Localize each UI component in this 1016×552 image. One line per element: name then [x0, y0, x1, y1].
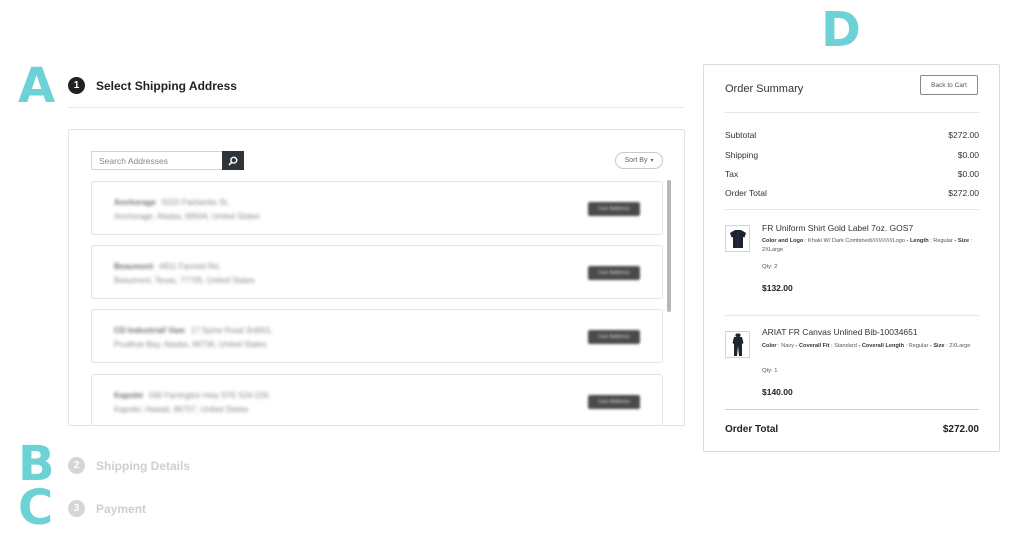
step-label: Select Shipping Address [96, 78, 237, 93]
use-address-button[interactable]: Use Address [588, 330, 640, 344]
scrollbar[interactable] [667, 180, 671, 312]
attr-value: Khaki W/ Dark Combined//////////////Logo [808, 238, 905, 244]
summary-divider [725, 315, 979, 316]
step-select-shipping-address[interactable]: 1 Select Shipping Address [68, 77, 237, 94]
address-line-1: 17 Spine Road 3rd001, [190, 326, 273, 335]
shipping-label: Shipping [725, 150, 759, 160]
tax-value: $0.00 [957, 169, 979, 179]
step-label: Shipping Details [96, 458, 191, 473]
address-text: Kapolei 590 Farrington Hwy STE 524-228, K… [114, 389, 270, 417]
address-name: Beaumont [114, 262, 154, 271]
order-summary-title: Order Summary [725, 83, 804, 95]
address-line-1: 4811 Fannett Rd, [159, 262, 221, 271]
summary-divider [725, 112, 979, 113]
attr-value: Regular [908, 343, 929, 349]
annotation-letter-a: A [18, 58, 56, 114]
item-attributes: Color and Logo : Khaki W/ Dark Combined/… [762, 237, 978, 255]
attr-key: - Size [952, 238, 970, 244]
attr-value: 2XLarge [949, 343, 971, 349]
order-summary-panel: Order Summary Back to Cart Subtotal $272… [703, 64, 1000, 452]
summary-divider [725, 209, 979, 210]
address-card[interactable]: CD Industrial/ Vam 17 Spine Road 3rd001, … [91, 309, 663, 363]
attr-key: Color [762, 343, 777, 349]
coverall-icon [732, 333, 743, 356]
item-attributes: Color : Navy - Coverall Fit : Standard -… [762, 342, 978, 351]
item-thumbnail[interactable] [725, 225, 750, 252]
grand-total-value: $272.00 [942, 424, 979, 435]
use-address-button[interactable]: Use Address [588, 395, 640, 409]
address-line-1: 5020 Fairbanks St, [161, 198, 229, 207]
attr-key: - Coverall Fit [794, 343, 830, 349]
item-price: $140.00 [762, 387, 793, 397]
subtotal-label: Subtotal [725, 130, 757, 140]
attr-sep: : [969, 238, 973, 244]
item-quantity: Qty: 1 [762, 368, 778, 374]
attr-value: Navy [781, 343, 795, 349]
step-number-badge: 1 [68, 77, 85, 94]
address-line-2: Prudhoe Bay, Alaska, 99734, United State… [114, 340, 267, 349]
grand-total-label: Order Total [725, 424, 779, 435]
address-name: CD Industrial/ Vam [114, 326, 185, 335]
annotation-letter-c: C [18, 480, 54, 536]
attr-key: - Coverall Length [856, 343, 905, 349]
use-address-button[interactable]: Use Address [588, 202, 640, 216]
attr-value: 2XLarge [762, 247, 784, 253]
sort-by-label: Sort By [624, 157, 648, 164]
address-text: Beaumont 4811 Fannett Rd, Beaumont, Texas… [114, 260, 255, 288]
step-label: Payment [96, 501, 147, 516]
subtotal-row: Subtotal $272.00 [725, 130, 979, 140]
address-line-2: Kapolei, Hawaii, 96707, United States [114, 405, 249, 414]
shipping-row: Shipping $0.00 [725, 150, 979, 160]
address-line-2: Beaumont, Texas, 77705, United States [114, 276, 255, 285]
use-address-button[interactable]: Use Address [588, 266, 640, 280]
address-name: Kapolei [114, 391, 143, 400]
search-icon [228, 156, 238, 165]
summary-divider [725, 409, 979, 410]
address-name: Anchorage [114, 198, 156, 207]
attr-key: - Size [928, 343, 945, 349]
item-quantity: Qty: 2 [762, 264, 778, 270]
address-card[interactable]: Beaumont 4811 Fannett Rd, Beaumont, Texas… [91, 245, 663, 299]
step-number-badge: 3 [68, 500, 85, 517]
address-text: CD Industrial/ Vam 17 Spine Road 3rd001, … [114, 324, 273, 352]
address-card[interactable]: Kapolei 590 Farrington Hwy STE 524-228, K… [91, 374, 663, 425]
tax-label: Tax [725, 169, 739, 179]
search-addresses-input[interactable] [91, 151, 222, 170]
address-search [91, 151, 244, 170]
item-name[interactable]: ARIAT FR Canvas Unlined Bib-10034651 [762, 327, 918, 337]
address-selection-panel: Sort By ▾ Anchorage 5020 Fairbanks St, An… [68, 129, 685, 426]
attr-value: Standard [834, 343, 857, 349]
attr-key: Color and Logo [762, 238, 804, 244]
caret-down-icon: ▾ [650, 158, 654, 164]
back-to-cart-button[interactable]: Back to Cart [920, 75, 978, 95]
step-number-badge: 2 [68, 457, 85, 474]
order-total-label: Order Total [725, 188, 767, 198]
address-line-2: Anchorage, Alaska, 99504, United States [114, 212, 260, 221]
annotation-letter-d: D [821, 2, 861, 58]
tax-row: Tax $0.00 [725, 169, 979, 179]
shirt-icon [729, 229, 746, 248]
attr-value: Regular [933, 238, 953, 244]
item-thumbnail[interactable] [725, 331, 750, 358]
order-total-value: $272.00 [948, 188, 979, 198]
step-payment[interactable]: 3 Payment [68, 500, 146, 517]
search-button[interactable] [222, 151, 244, 170]
item-price: $132.00 [762, 283, 793, 293]
attr-key: - Length [905, 238, 929, 244]
section-divider [68, 107, 684, 108]
step-shipping-details[interactable]: 2 Shipping Details [68, 457, 190, 474]
address-line-1: 590 Farrington Hwy STE 524-228, [148, 391, 271, 400]
grand-total-row: Order Total $272.00 [725, 424, 979, 435]
shipping-value: $0.00 [957, 150, 979, 160]
address-card[interactable]: Anchorage 5020 Fairbanks St, Anchorage, A… [91, 181, 663, 235]
order-total-row: Order Total $272.00 [725, 188, 979, 198]
subtotal-value: $272.00 [948, 130, 979, 140]
address-text: Anchorage 5020 Fairbanks St, Anchorage, A… [114, 196, 260, 224]
sort-by-dropdown[interactable]: Sort By ▾ [615, 152, 663, 169]
item-name[interactable]: FR Uniform Shirt Gold Label 7oz. GOS7 [762, 223, 913, 233]
